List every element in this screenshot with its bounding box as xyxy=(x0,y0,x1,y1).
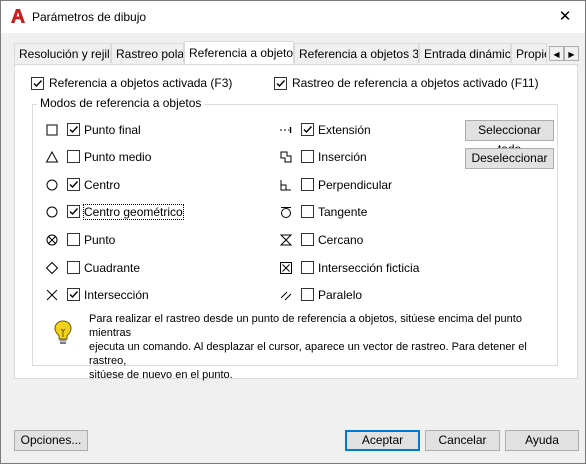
tab-scroll-right-icon[interactable]: ▶ xyxy=(564,46,579,61)
node-checkbox[interactable] xyxy=(67,233,80,246)
center-icon xyxy=(46,179,58,191)
perpendicular-label: Perpendicular xyxy=(318,178,393,192)
apparent-intersection-checkbox[interactable] xyxy=(301,261,314,274)
intersection-label: Intersección xyxy=(84,288,149,302)
parallel-checkbox[interactable] xyxy=(301,288,314,301)
center-label: Centro xyxy=(84,178,121,192)
autocad-logo-icon xyxy=(11,9,25,23)
quadrant-icon xyxy=(45,261,59,275)
midpoint-checkbox[interactable] xyxy=(67,150,80,163)
geometric-center-checkbox[interactable] xyxy=(67,205,80,218)
extension-label: Extensión xyxy=(318,123,371,137)
quadrant-checkbox[interactable] xyxy=(67,261,80,274)
tracking-on-label: Rastreo de referencia a objetos activado… xyxy=(292,76,539,90)
tip-line-1: Para realizar el rastreo desde un punto … xyxy=(89,313,522,339)
nearest-icon xyxy=(279,234,293,246)
options-button[interactable]: Opciones... xyxy=(14,430,88,451)
snap-modes-group-title: Modos de referencia a objetos xyxy=(37,96,205,110)
geometric-center-icon xyxy=(46,206,58,218)
tab-snap-grid[interactable]: Resolución y rejilla xyxy=(14,43,111,63)
help-button[interactable]: Ayuda xyxy=(505,430,579,451)
osnap-on-checkbox[interactable] xyxy=(31,77,44,90)
tip-line-3: sitúese de nuevo en el punto. xyxy=(89,369,233,381)
parallel-label: Paralelo xyxy=(318,288,363,302)
tip-line-2: ejecuta un comando. Al desplazar el curs… xyxy=(89,341,527,367)
intersection-checkbox[interactable] xyxy=(67,288,80,301)
extension-icon xyxy=(280,127,292,133)
tab-properties[interactable]: Propiedades xyxy=(511,43,547,63)
insertion-label: Inserción xyxy=(318,150,367,164)
apparent-intersection-icon xyxy=(280,262,292,274)
tracking-on-checkbox[interactable] xyxy=(274,77,287,90)
midpoint-icon xyxy=(45,150,59,163)
tangent-label: Tangente xyxy=(318,205,368,219)
object-snap-panel: Referencia a objetos activada (F3) Rastr… xyxy=(14,64,578,382)
intersection-icon xyxy=(46,289,58,301)
lightbulb-icon xyxy=(54,320,72,344)
parallel-icon xyxy=(280,291,292,301)
quadrant-label: Cuadrante xyxy=(84,261,141,275)
select-all-button[interactable]: Seleccionar todo xyxy=(465,120,554,156)
node-icon xyxy=(46,234,58,246)
tangent-checkbox[interactable] xyxy=(301,205,314,218)
tangent-icon xyxy=(281,207,291,218)
extension-checkbox[interactable] xyxy=(301,123,314,136)
osnap-on-label: Referencia a objetos activada (F3) xyxy=(49,76,233,90)
perpendicular-icon xyxy=(280,180,291,191)
ok-button[interactable]: Aceptar xyxy=(345,430,420,451)
nearest-label: Cercano xyxy=(318,233,364,247)
perpendicular-checkbox[interactable] xyxy=(301,178,314,191)
tab-dynamic-input[interactable]: Entrada dinámica xyxy=(419,43,511,63)
insertion-checkbox[interactable] xyxy=(301,150,314,163)
tab-polar-tracking[interactable]: Rastreo polar xyxy=(111,43,184,63)
insertion-icon xyxy=(280,151,292,163)
deselect-button[interactable]: Deseleccionar xyxy=(465,148,554,169)
tab-object-snap[interactable]: Referencia a objetos xyxy=(184,41,294,64)
nearest-checkbox[interactable] xyxy=(301,233,314,246)
title-bar: Parámetros de dibujo ✕ xyxy=(1,1,585,33)
midpoint-label: Punto medio xyxy=(84,150,152,164)
endpoint-label: Punto final xyxy=(84,123,141,137)
tracking-tip: Para realizar el rastreo desde un punto … xyxy=(89,312,559,382)
center-checkbox[interactable] xyxy=(67,178,80,191)
endpoint-checkbox[interactable] xyxy=(67,123,80,136)
geometric-center-label: Centro geométrico xyxy=(83,204,184,220)
tab-bar: Resolución y rejilla Rastreo polar Refer… xyxy=(14,41,579,64)
node-label: Punto xyxy=(84,233,116,247)
tab-scroll-left-icon[interactable]: ◀ xyxy=(549,46,564,61)
window-title: Parámetros de dibujo xyxy=(32,10,147,24)
tab-3d-object-snap[interactable]: Referencia a objetos 3D xyxy=(294,43,419,63)
drawing-settings-dialog: Parámetros de dibujo ✕ Resolución y reji… xyxy=(0,0,586,464)
apparent-intersection-label: Intersección ficticia xyxy=(318,261,420,275)
endpoint-icon xyxy=(46,124,58,136)
cancel-button[interactable]: Cancelar xyxy=(425,430,500,451)
close-icon[interactable]: ✕ xyxy=(551,5,579,29)
